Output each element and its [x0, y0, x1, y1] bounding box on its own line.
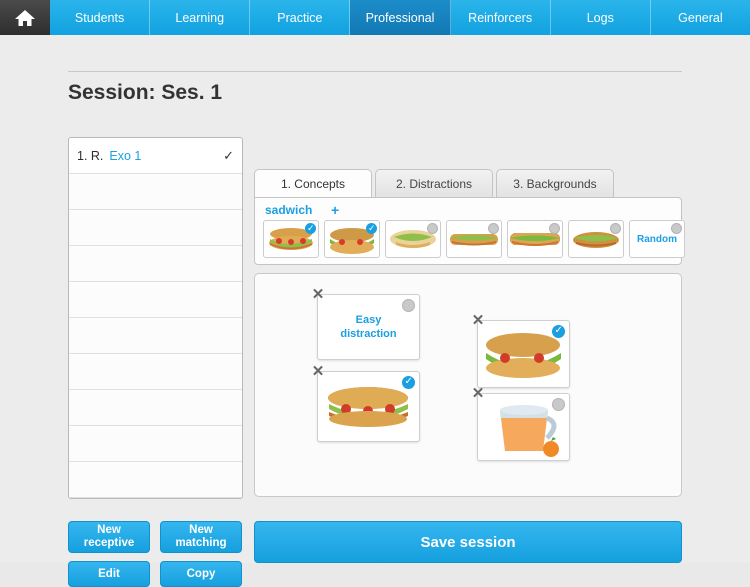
- home-icon: [14, 8, 36, 28]
- unselected-badge-icon[interactable]: [671, 223, 682, 234]
- nav-label: Practice: [277, 10, 323, 25]
- nav-item-students[interactable]: Students: [50, 0, 151, 35]
- concept-thumbnail-row: Random: [263, 220, 685, 258]
- edit-button[interactable]: Edit: [68, 561, 150, 587]
- sandwich-thumb-1[interactable]: [263, 220, 319, 258]
- close-icon[interactable]: ✕: [310, 287, 326, 303]
- nav-item-general[interactable]: General: [651, 0, 750, 35]
- unselected-badge-icon[interactable]: [552, 398, 565, 411]
- unselected-badge-icon[interactable]: [488, 223, 499, 234]
- nav-item-learning[interactable]: Learning: [150, 0, 251, 35]
- list-item-empty[interactable]: [69, 318, 242, 354]
- new-matching-button[interactable]: New matching: [160, 521, 242, 553]
- list-item-empty[interactable]: [69, 426, 242, 462]
- random-label: Random: [637, 233, 677, 245]
- btn-label: Edit: [98, 567, 120, 580]
- home-button[interactable]: [0, 0, 50, 35]
- copy-button[interactable]: Copy: [160, 561, 242, 587]
- workspace-area: ✕ Easy distraction ✕ ✓ ✕ ✓ ✕: [254, 273, 682, 497]
- btn-label: New matching: [175, 524, 227, 549]
- unselected-badge-icon[interactable]: [427, 223, 438, 234]
- random-thumb[interactable]: Random: [629, 220, 685, 258]
- list-item-empty[interactable]: [69, 246, 242, 282]
- list-item-empty[interactable]: [69, 210, 242, 246]
- tab-concepts[interactable]: 1. Concepts: [254, 169, 372, 198]
- nav-label: Reinforcers: [468, 10, 533, 25]
- sandwich-card-left[interactable]: ✕: [312, 364, 420, 442]
- tab-label: 3. Backgrounds: [513, 177, 597, 191]
- btn-label: Copy: [186, 567, 216, 580]
- list-item[interactable]: 1. R. Exo 1 ✓: [69, 138, 242, 174]
- selected-badge-icon[interactable]: [552, 324, 565, 338]
- nav-label: Learning: [175, 10, 225, 25]
- sandwich-thumb-3[interactable]: [385, 220, 441, 258]
- sandwich-thumb-4[interactable]: [446, 220, 502, 258]
- list-item-index: 1. R.: [77, 148, 104, 163]
- tab-backgrounds[interactable]: 3. Backgrounds: [496, 169, 614, 198]
- list-item-empty[interactable]: [69, 282, 242, 318]
- save-session-button[interactable]: Save session: [254, 521, 682, 563]
- exercise-editor-panel: 1. Concepts 2. Distractions 3. Backgroun…: [254, 169, 685, 497]
- new-receptive-button[interactable]: New receptive: [68, 521, 150, 553]
- sandwich-thumb-2[interactable]: [324, 220, 380, 258]
- selected-badge-icon[interactable]: [305, 222, 316, 234]
- unselected-badge-icon[interactable]: [402, 299, 415, 312]
- add-concept-button[interactable]: +: [331, 202, 339, 218]
- concept-strip: sadwich + ✓ ✓ Random: [254, 197, 685, 265]
- title-divider: [68, 71, 682, 72]
- top-navigation-bar: Students Learning Practice Professional …: [0, 0, 750, 44]
- nav-label: General: [678, 10, 723, 25]
- nav-items: Students Learning Practice Professional …: [50, 0, 750, 44]
- exercise-list-panel: 1. R. Exo 1 ✓: [68, 137, 243, 499]
- nav-item-professional[interactable]: Professional: [350, 0, 451, 44]
- easy-distraction-label: Easy distraction: [340, 314, 397, 340]
- list-item-empty[interactable]: [69, 462, 242, 498]
- list-item-empty[interactable]: [69, 390, 242, 426]
- nav-item-practice[interactable]: Practice: [250, 0, 351, 35]
- btn-label: Save session: [420, 533, 516, 551]
- tab-label: 1. Concepts: [280, 177, 346, 191]
- nav-item-logs[interactable]: Logs: [551, 0, 651, 35]
- nav-item-reinforcers[interactable]: Reinforcers: [451, 0, 551, 35]
- nav-label: Logs: [586, 10, 614, 25]
- nav-label: Students: [74, 10, 125, 25]
- btn-label: New receptive: [83, 524, 135, 549]
- sandwich-card-right[interactable]: ✕: [472, 313, 570, 388]
- nav-label: Professional: [365, 10, 435, 25]
- concept-word-label[interactable]: sadwich: [265, 203, 312, 217]
- sandwich-thumb-5[interactable]: [507, 220, 563, 258]
- tab-distractions[interactable]: 2. Distractions: [375, 169, 493, 198]
- list-item-label: Exo 1: [109, 148, 142, 163]
- sandwich-thumb-6[interactable]: [568, 220, 624, 258]
- unselected-badge-icon[interactable]: [610, 223, 621, 234]
- tab-label: 2. Distractions: [395, 177, 473, 191]
- check-icon: ✓: [223, 147, 234, 163]
- editor-tabs: 1. Concepts 2. Distractions 3. Backgroun…: [254, 169, 617, 198]
- juice-card[interactable]: ✕: [472, 386, 570, 461]
- page-body: Session: Ses. 1 1. R. Exo 1 ✓ 1. Concept…: [0, 35, 750, 587]
- page-title: Session: Ses. 1: [68, 81, 223, 104]
- selected-badge-icon[interactable]: [402, 375, 415, 389]
- list-item-empty[interactable]: [69, 174, 242, 210]
- list-item-empty[interactable]: [69, 354, 242, 390]
- selected-badge-icon[interactable]: [366, 222, 377, 234]
- unselected-badge-icon[interactable]: [549, 223, 560, 234]
- easy-distraction-card[interactable]: ✕ Easy distraction: [312, 287, 420, 360]
